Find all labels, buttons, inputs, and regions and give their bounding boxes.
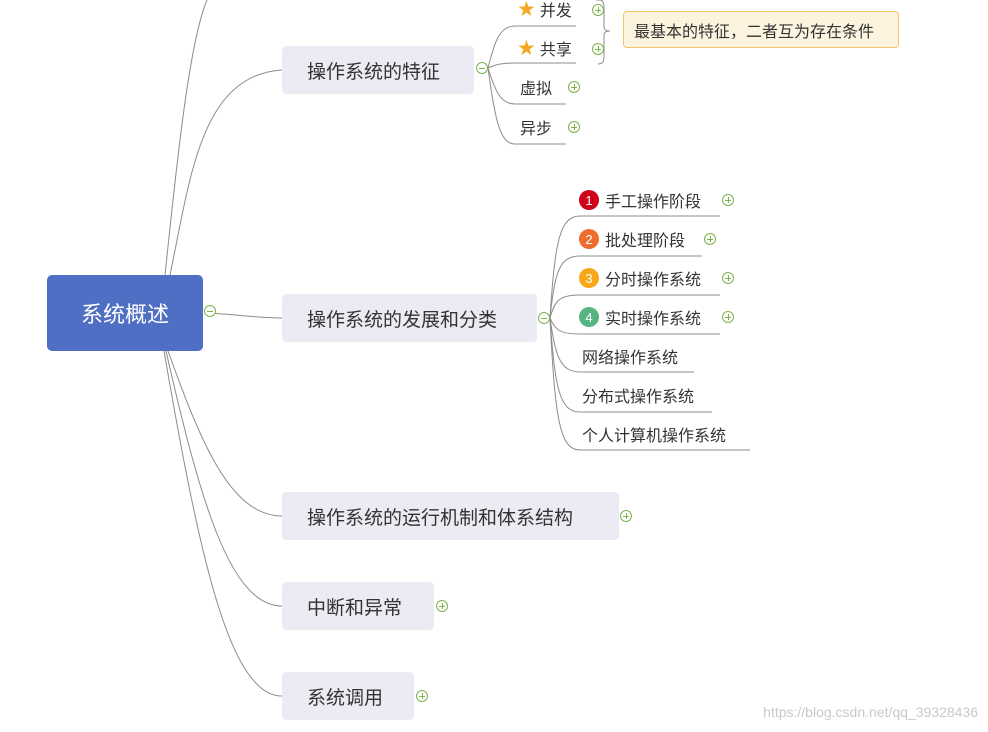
callout-text: 最基本的特征，二者互为存在条件 bbox=[634, 21, 875, 41]
realtime-expand-toggle[interactable] bbox=[722, 311, 734, 323]
subtopic-label: 并发 bbox=[539, 1, 572, 20]
topic-syscall[interactable]: 系统调用 bbox=[282, 672, 414, 720]
subtopic-realtime[interactable]: 4 实时操作系统 bbox=[579, 305, 701, 329]
topic-label: 操作系统的特征 bbox=[307, 60, 441, 83]
priority-2-icon: 2 bbox=[579, 229, 599, 249]
root-topic[interactable]: 系统概述 bbox=[47, 275, 203, 351]
topic-interrupts[interactable]: 中断和异常 bbox=[282, 582, 434, 630]
subtopic-label: 批处理阶段 bbox=[605, 231, 686, 250]
subtopic-label: 虚拟 bbox=[520, 79, 553, 98]
topic-development[interactable]: 操作系统的发展和分类 bbox=[282, 294, 537, 342]
root-collapse-toggle[interactable] bbox=[204, 305, 216, 317]
batch-stage-expand-toggle[interactable] bbox=[704, 233, 716, 245]
features-collapse-toggle[interactable] bbox=[476, 62, 488, 74]
subtopic-manual-stage[interactable]: 1 手工操作阶段 bbox=[579, 188, 701, 212]
subtopic-label: 个人计算机操作系统 bbox=[582, 426, 727, 445]
star-icon: ★ bbox=[517, 0, 536, 21]
subtopic-concurrency[interactable]: ★ 并发 bbox=[517, 0, 572, 21]
subtopic-label: 共享 bbox=[539, 40, 572, 59]
topic-mechanism[interactable]: 操作系统的运行机制和体系结构 bbox=[282, 492, 619, 540]
topic-label: 系统调用 bbox=[307, 686, 384, 709]
subtopic-label: 实时操作系统 bbox=[605, 309, 702, 328]
sharing-expand-toggle[interactable] bbox=[592, 43, 604, 55]
subtopic-personal-os[interactable]: 个人计算机操作系统 bbox=[582, 422, 726, 446]
syscall-expand-toggle[interactable] bbox=[416, 690, 428, 702]
interrupts-expand-toggle[interactable] bbox=[436, 600, 448, 612]
subtopic-label: 手工操作阶段 bbox=[605, 192, 702, 211]
subtopic-async[interactable]: 异步 bbox=[520, 115, 552, 139]
root-topic-label: 系统概述 bbox=[80, 303, 169, 328]
subtopic-network-os[interactable]: 网络操作系统 bbox=[582, 344, 678, 368]
topic-label: 中断和异常 bbox=[307, 596, 403, 619]
subtopic-virtual[interactable]: 虚拟 bbox=[520, 75, 552, 99]
subtopic-timesharing[interactable]: 3 分时操作系统 bbox=[579, 266, 701, 290]
development-collapse-toggle[interactable] bbox=[538, 312, 550, 324]
priority-3-icon: 3 bbox=[579, 268, 599, 288]
subtopic-distributed-os[interactable]: 分布式操作系统 bbox=[582, 383, 694, 407]
topic-label: 操作系统的发展和分类 bbox=[307, 308, 498, 331]
subtopic-label: 异步 bbox=[520, 119, 553, 138]
subtopic-label: 分布式操作系统 bbox=[582, 387, 695, 406]
watermark: https://blog.csdn.net/qq_39328436 bbox=[763, 704, 978, 720]
mechanism-expand-toggle[interactable] bbox=[620, 510, 632, 522]
priority-1-icon: 1 bbox=[579, 190, 599, 210]
subtopic-sharing[interactable]: ★ 共享 bbox=[517, 36, 572, 60]
concurrency-expand-toggle[interactable] bbox=[592, 4, 604, 16]
virtual-expand-toggle[interactable] bbox=[568, 81, 580, 93]
topic-features[interactable]: 操作系统的特征 bbox=[282, 46, 474, 94]
priority-4-icon: 4 bbox=[579, 307, 599, 327]
subtopic-batch-stage[interactable]: 2 批处理阶段 bbox=[579, 227, 685, 251]
subtopic-label: 网络操作系统 bbox=[582, 348, 679, 367]
manual-stage-expand-toggle[interactable] bbox=[722, 194, 734, 206]
star-icon: ★ bbox=[517, 35, 536, 60]
connector-lines bbox=[163, 0, 750, 697]
summary-callout[interactable]: 最基本的特征，二者互为存在条件 bbox=[623, 11, 899, 48]
subtopic-label: 分时操作系统 bbox=[605, 270, 702, 289]
topic-label: 操作系统的运行机制和体系结构 bbox=[307, 506, 574, 529]
timesharing-expand-toggle[interactable] bbox=[722, 272, 734, 284]
async-expand-toggle[interactable] bbox=[568, 121, 580, 133]
